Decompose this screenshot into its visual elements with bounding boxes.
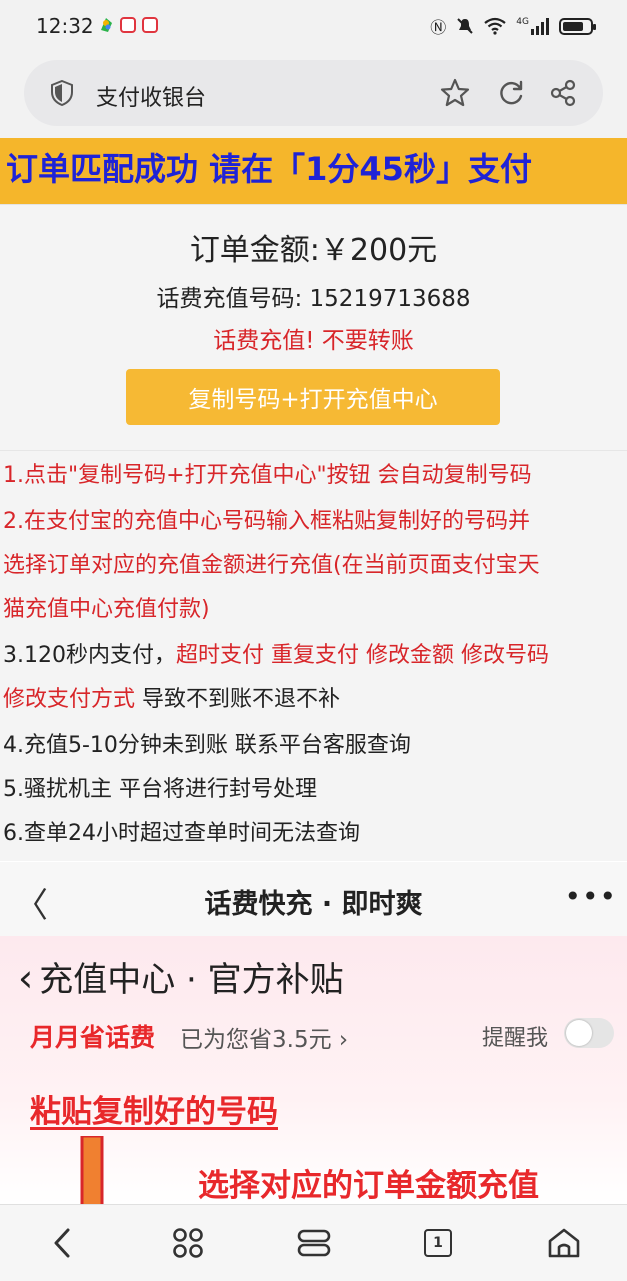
no-transfer-warning: 话费充值! 不要转账	[213, 328, 414, 354]
tabs-icon: 1	[424, 1229, 452, 1257]
status-icons: Ⓝ 4G	[430, 14, 596, 38]
app-notification-icon	[101, 18, 112, 32]
page-title[interactable]: 支付收银台	[96, 80, 206, 112]
demo-saved-text: 已为您省3.5元 ›	[180, 1027, 349, 1053]
demo-toggle	[564, 1018, 614, 1048]
demo-heading: ‹ 充值中心 · 官方补贴	[18, 956, 344, 1000]
order-matched-banner: 订单匹配成功 请在「1分45秒」支付	[0, 138, 627, 204]
cell-signal-icon: 4G	[516, 17, 549, 35]
instruction-line: 2.在支付宝的充值中心号码输入框粘贴复制好的号码并	[3, 509, 530, 534]
back-icon	[54, 1228, 70, 1258]
demo-save-label: 月月省话费	[30, 1023, 156, 1052]
status-time: 12:32	[36, 14, 94, 38]
shield-icon[interactable]	[50, 80, 74, 106]
notification-icons	[98, 17, 158, 33]
home-button[interactable]	[542, 1221, 586, 1265]
demo-remind-label: 提醒我	[482, 1026, 549, 1051]
order-panel: 订单金额:￥200元 话费充值号码: 15219713688 话费充值! 不要转…	[0, 204, 627, 451]
address-bar[interactable]: 支付收银台	[24, 60, 603, 126]
home-icon	[548, 1228, 580, 1258]
battery-icon	[559, 17, 596, 35]
mute-icon	[457, 18, 474, 34]
star-icon	[440, 78, 470, 107]
down-arrow-icon	[80, 1136, 104, 1204]
demo-body: ‹ 充值中心 · 官方补贴 月月省话费 已为您省3.5元 › 提醒我 粘贴复制好的…	[0, 936, 627, 1204]
nfc-icon: Ⓝ	[430, 18, 447, 37]
apps-button[interactable]	[166, 1221, 210, 1265]
status-bar: 12:32 Ⓝ 4G	[0, 0, 627, 52]
instruction-line: 猫充值中心充值付款)	[3, 597, 210, 622]
instruction-line: 1.点击"复制号码+打开充值中心"按钮 会自动复制号码	[3, 463, 532, 488]
bookmark-button[interactable]	[440, 78, 470, 108]
instruction-line: 4.充值5-10分钟未到账 联系平台客服查询	[3, 733, 411, 758]
share-button[interactable]	[548, 78, 578, 108]
browser-toolbar: 支付收银台	[0, 52, 627, 138]
share-icon	[550, 79, 576, 107]
demo-more-icon: •••	[564, 880, 617, 913]
app-notification-icon	[120, 17, 136, 33]
menu-icon	[297, 1229, 331, 1257]
instructions-panel: 1.点击"复制号码+打开充值中心"按钮 会自动复制号码 2.在支付宝的充值中心号…	[0, 450, 627, 861]
instruction-line: 6.查单24小时超过查单时间无法查询	[3, 821, 360, 846]
tabs-button[interactable]: 1	[416, 1221, 460, 1265]
menu-button[interactable]	[292, 1221, 336, 1265]
demo-title: 话费快充 · 即时爽	[204, 889, 423, 920]
demo-paste-instruction: 粘贴复制好的号码	[30, 1094, 278, 1130]
countdown-message: 订单匹配成功 请在「1分45秒」支付	[6, 150, 532, 188]
instruction-line: 5.骚扰机主 平台将进行封号处理	[3, 777, 317, 802]
browser-nav-bar: 1	[0, 1204, 627, 1281]
demo-chevron-icon: ‹	[18, 956, 34, 1000]
refresh-button[interactable]	[496, 78, 526, 108]
refresh-icon	[500, 80, 523, 105]
apps-icon	[173, 1228, 203, 1258]
app-notification-icon	[142, 17, 158, 33]
instruction-line: 修改支付方式 导致不到账不退不补	[3, 687, 341, 712]
demo-choose-instruction: 选择对应的订单金额充值	[198, 1168, 539, 1204]
tutorial-screenshot: 〈 话费快充 · 即时爽 ••• ‹ 充值中心 · 官方补贴 月月省话费 已为您省…	[0, 862, 627, 1204]
order-amount: 订单金额:￥200元	[189, 233, 438, 268]
wifi-icon	[484, 17, 506, 35]
instruction-line: 选择订单对应的充值金额进行充值(在当前页面支付宝天	[3, 553, 540, 578]
instruction-line: 3.120秒内支付，超时支付 重复支付 修改金额 修改号码	[3, 643, 549, 668]
copy-and-open-button[interactable]: 复制号码+打开充值中心	[126, 369, 500, 425]
demo-header: 〈 话费快充 · 即时爽 •••	[0, 862, 627, 936]
recharge-phone-number: 话费充值号码: 15219713688	[156, 286, 471, 312]
back-button[interactable]	[40, 1221, 84, 1265]
